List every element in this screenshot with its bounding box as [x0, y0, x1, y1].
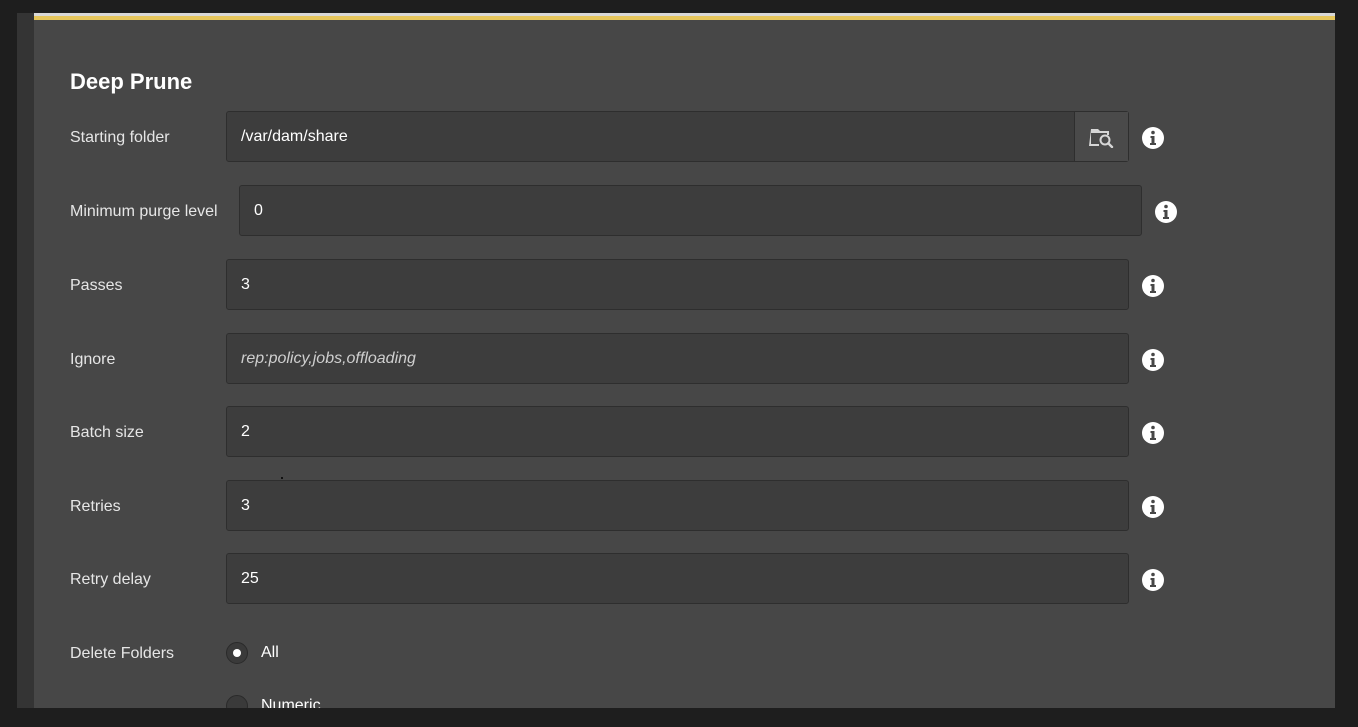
ignore-input[interactable] [227, 334, 1128, 383]
left-strip [17, 13, 34, 708]
passes-field [226, 259, 1129, 310]
retries-input[interactable] [227, 481, 1128, 530]
radio-option-all[interactable]: All [226, 642, 279, 664]
minimum-purge-level-input[interactable] [240, 186, 1141, 235]
starting-folder-input[interactable] [227, 112, 1074, 161]
radio-numeric-label: Numeric [261, 697, 321, 708]
info-icon[interactable] [1141, 495, 1165, 519]
row-minimum-purge-level: Minimum purge level [70, 185, 1335, 238]
starting-folder-label: Starting folder [70, 128, 170, 146]
ignore-field [226, 333, 1129, 384]
minimum-purge-level-label: Minimum purge level [70, 202, 218, 220]
passes-input[interactable] [227, 260, 1128, 309]
minimum-purge-level-field [239, 185, 1142, 236]
info-icon[interactable] [1141, 568, 1165, 592]
batch-size-field [226, 406, 1129, 457]
row-retries: Retries [70, 480, 1335, 533]
info-icon[interactable] [1141, 421, 1165, 445]
retries-label: Retries [70, 497, 121, 515]
folder-search-icon [1088, 128, 1113, 148]
retry-delay-label: Retry delay [70, 570, 151, 588]
retries-field [226, 480, 1129, 531]
ignore-label: Ignore [70, 350, 116, 368]
row-ignore: Ignore [70, 333, 1335, 386]
row-retry-delay: Retry delay [70, 553, 1335, 606]
passes-label: Passes [70, 276, 123, 294]
stray-dot [281, 477, 283, 479]
radio-option-numeric[interactable]: Numeric [226, 695, 321, 708]
row-starting-folder: Starting folder [70, 111, 1335, 164]
info-icon[interactable] [1141, 348, 1165, 372]
info-icon[interactable] [1154, 200, 1178, 224]
form-title: Deep Prune [70, 69, 193, 94]
batch-size-label: Batch size [70, 423, 144, 441]
radio-all[interactable] [226, 642, 248, 664]
retry-delay-field [226, 553, 1129, 604]
info-icon[interactable] [1141, 126, 1165, 150]
delete-folders-label: Delete Folders [70, 645, 175, 662]
retry-delay-input[interactable] [227, 554, 1128, 603]
radio-all-label: All [261, 644, 279, 661]
starting-folder-field [226, 111, 1129, 162]
deep-prune-panel: Deep Prune Starting folder Minimum purge… [17, 13, 1335, 708]
row-batch-size: Batch size [70, 406, 1335, 459]
batch-size-input[interactable] [227, 407, 1128, 456]
accent-bar [34, 16, 1335, 20]
info-icon[interactable] [1141, 274, 1165, 298]
radio-numeric[interactable] [226, 695, 248, 708]
row-passes: Passes [70, 259, 1335, 312]
browse-folder-button[interactable] [1074, 112, 1128, 161]
